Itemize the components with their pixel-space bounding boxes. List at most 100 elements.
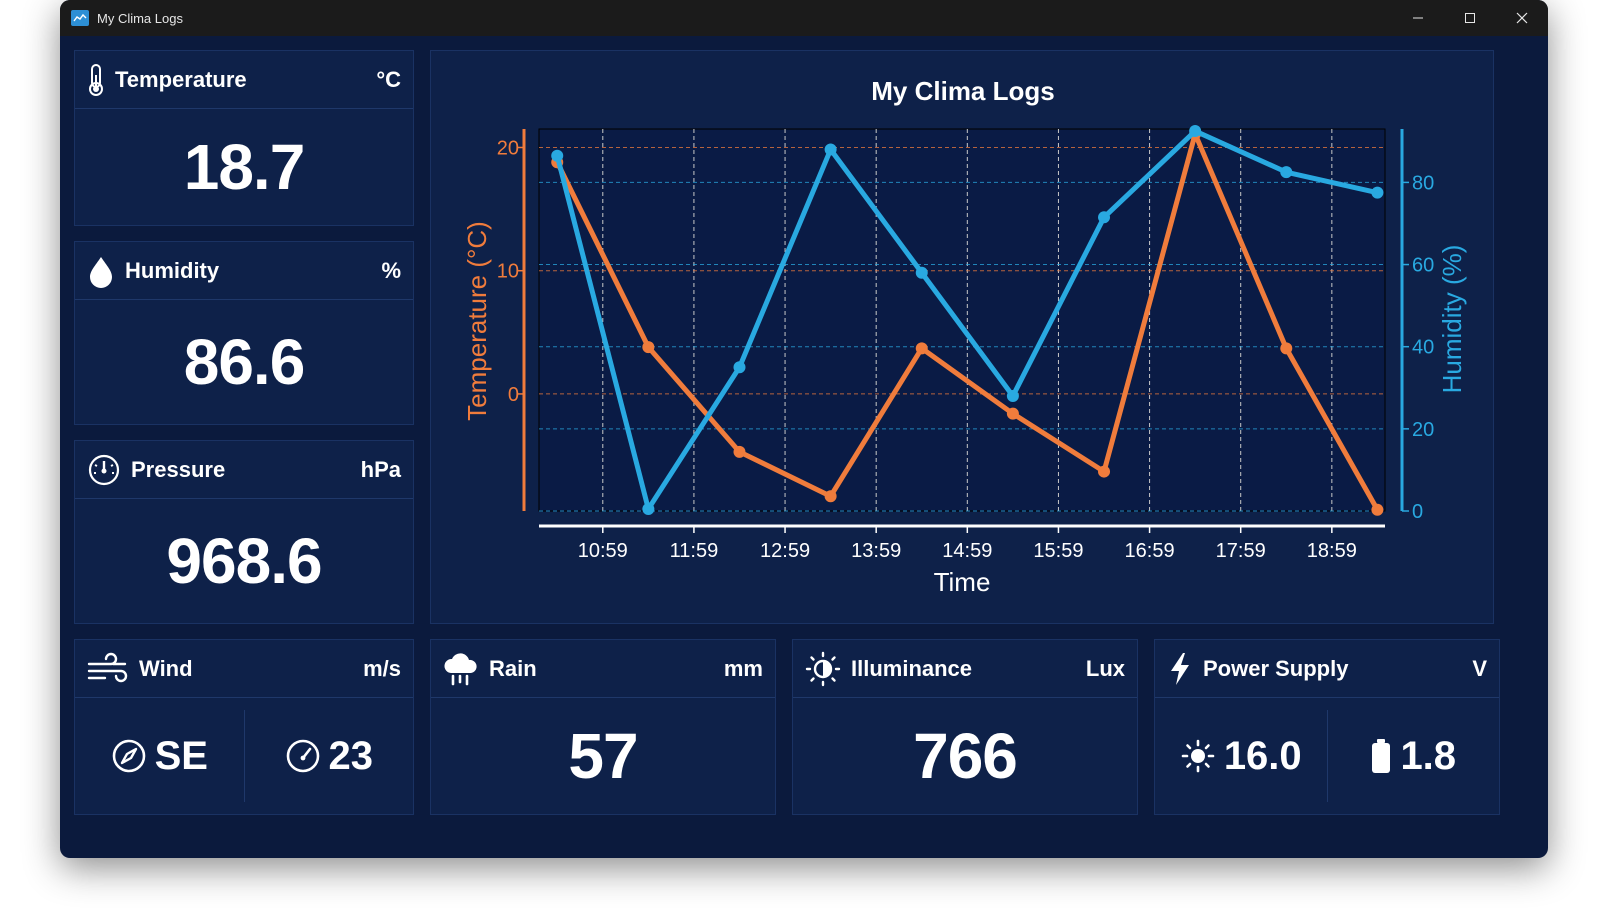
wind-unit: m/s [363, 655, 401, 681]
illuminance-label: Illuminance [851, 655, 973, 681]
maximize-icon [1465, 13, 1475, 23]
battery-voltage: 1.8 [1326, 710, 1500, 802]
rain-value: 57 [568, 720, 638, 792]
illuminance-card-header: Illuminance Lux [793, 640, 1137, 698]
temperature-label: Temperature [115, 66, 247, 92]
right-tick-label: 40 [1412, 337, 1434, 359]
temperature-point [1098, 465, 1111, 478]
humidity-point [1371, 186, 1384, 199]
temperature-point [1371, 503, 1384, 516]
battery-icon [1372, 739, 1391, 773]
temperature-point [1280, 342, 1293, 355]
lightning-icon [1167, 651, 1193, 687]
right-tick-label: 60 [1412, 255, 1434, 277]
right-tick-label: 80 [1412, 172, 1434, 194]
left-axis-label: Temperature (°C) [462, 221, 492, 421]
speedometer-icon [286, 739, 319, 773]
window-title: My Clima Logs [97, 10, 183, 26]
x-tick-label: 18:59 [1307, 540, 1357, 562]
pressure-label: Pressure [131, 456, 226, 482]
humidity-card-header: Humidity % [75, 242, 413, 300]
illuminance-unit: Lux [1085, 655, 1125, 681]
climate-line-chart: My Clima Logs 10:59 11:59 12:59 13:59 14:59 1… [462, 76, 1467, 597]
humidity-point [824, 143, 837, 156]
humidity-point [1098, 211, 1111, 224]
temperature-card-header: Temperature °C [75, 51, 413, 109]
app-logo-icon [71, 10, 89, 26]
temperature-unit: °C [376, 66, 401, 92]
x-tick-label: 15:59 [1033, 540, 1083, 562]
wind-direction: SE [75, 698, 244, 814]
compass-icon [112, 739, 145, 773]
minimize-icon [1413, 17, 1423, 19]
power-supply-unit: V [1472, 655, 1487, 681]
thermometer-icon [87, 63, 105, 97]
chart-panel: My Clima Logs 10:59 11:59 12:59 13:59 14:59 1… [430, 50, 1494, 624]
minimize-button[interactable] [1392, 0, 1444, 36]
humidity-value: 86.6 [183, 326, 306, 398]
wind-speed-value: 23 [328, 733, 374, 778]
humidity-point [733, 361, 746, 374]
pressure-card: Pressure hPa 968.6 [74, 440, 414, 624]
temperature-point [1006, 407, 1019, 420]
power-supply-card: Power Supply V 16.0 1.8 [1154, 639, 1500, 815]
humidity-point [1280, 166, 1293, 179]
left-tick-label: 10 [497, 261, 519, 283]
illuminance-card: Illuminance Lux 766 [792, 639, 1138, 815]
power-supply-card-header: Power Supply V [1155, 640, 1499, 698]
humidity-label: Humidity [125, 257, 220, 283]
wind-direction-value: SE [154, 733, 208, 778]
wind-label: Wind [139, 655, 193, 681]
close-button[interactable] [1496, 0, 1548, 36]
brightness-icon [805, 651, 841, 687]
rain-card-header: Rain mm [431, 640, 775, 698]
droplet-icon [87, 254, 115, 288]
gauge-icon [87, 453, 121, 487]
x-tick-label: 14:59 [942, 540, 992, 562]
humidity-point [642, 502, 655, 515]
temperature-card: Temperature °C 18.7 [74, 50, 414, 226]
x-tick-label: 16:59 [1125, 540, 1175, 562]
humidity-point [1189, 125, 1202, 138]
left-tick-label: 0 [508, 384, 519, 406]
wind-speed: 23 [243, 710, 414, 802]
temperature-point [733, 445, 746, 458]
wind-card-header: Wind m/s [75, 640, 413, 698]
x-axis-label: Time [934, 567, 991, 597]
rain-label: Rain [489, 655, 537, 681]
close-icon [1516, 12, 1528, 24]
pressure-value: 968.6 [166, 525, 322, 597]
humidity-point [915, 266, 928, 279]
illuminance-value: 766 [913, 720, 1018, 792]
chart-title: My Clima Logs [871, 76, 1054, 106]
title-bar: My Clima Logs [60, 0, 1548, 36]
power-supply-label: Power Supply [1203, 655, 1349, 681]
wind-card: Wind m/s SE 23 [74, 639, 414, 815]
app-window: My Clima Logs Temperature °C 18.7 Humidi… [60, 0, 1548, 858]
rain-card: Rain mm 57 [430, 639, 776, 815]
humidity-point [551, 149, 564, 162]
x-tick-label: 11:59 [670, 540, 719, 562]
right-axis-label: Humidity (%) [1437, 245, 1467, 394]
temperature-value: 18.7 [183, 131, 306, 203]
temperature-point [642, 341, 655, 354]
x-tick-label: 17:59 [1216, 540, 1266, 562]
x-tick-label: 12:59 [760, 540, 810, 562]
pressure-unit: hPa [360, 456, 401, 482]
pressure-card-header: Pressure hPa [75, 441, 413, 499]
temperature-point [824, 490, 837, 503]
maximize-button[interactable] [1444, 0, 1496, 36]
humidity-unit: % [381, 257, 401, 283]
plot-area [538, 128, 1386, 512]
solar-voltage-value: 16.0 [1223, 733, 1302, 778]
rain-cloud-icon [443, 651, 479, 687]
humidity-card: Humidity % 86.6 [74, 241, 414, 425]
battery-voltage-value: 1.8 [1400, 733, 1457, 778]
temperature-point [915, 342, 928, 355]
sun-icon [1181, 739, 1215, 773]
wind-icon [87, 652, 129, 686]
left-tick-label: 20 [497, 137, 519, 159]
humidity-point [1006, 389, 1019, 402]
right-tick-label: 20 [1412, 419, 1434, 441]
right-tick-label: 0 [1412, 501, 1423, 523]
